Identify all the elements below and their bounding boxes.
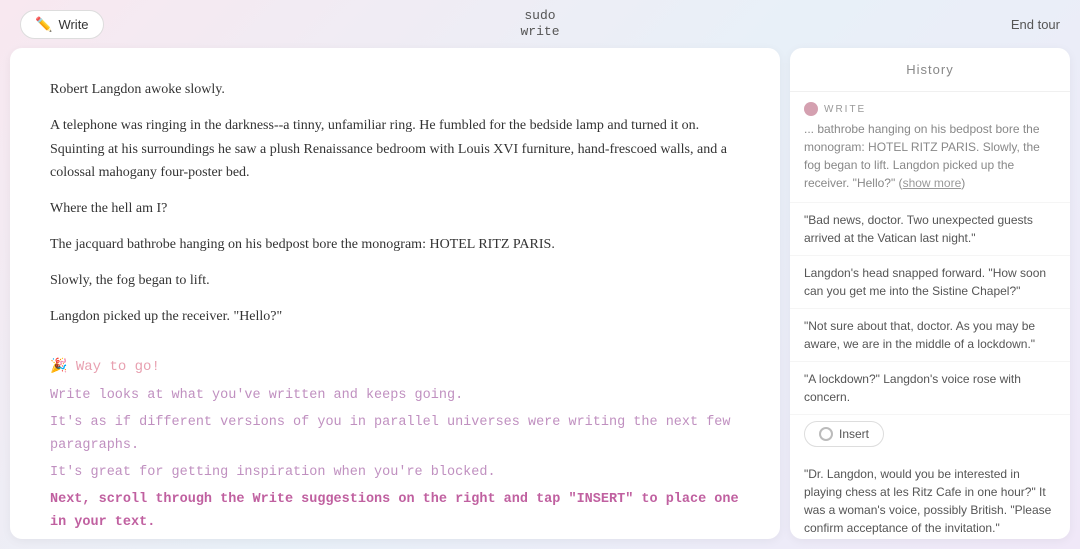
write-label: WRITE <box>824 104 866 115</box>
insert-label-1: Insert <box>839 427 869 441</box>
paragraph-1: Robert Langdon awoke slowly. <box>50 78 740 102</box>
suggestions-group-2: "Dr. Langdon, would you be interested in… <box>790 457 1070 539</box>
suggestion-item-1: "Bad news, doctor. Two unexpected guests… <box>790 203 1070 256</box>
history-excerpt: ... bathrobe hanging on his bedpost bore… <box>804 120 1056 192</box>
app-logo: sudo write <box>520 8 559 39</box>
history-panel: History WRITE ... bathrobe hanging on hi… <box>790 48 1070 539</box>
suggestion-item-5: "Dr. Langdon, would you be interested in… <box>790 457 1070 539</box>
main-layout: Robert Langdon awoke slowly. A telephone… <box>0 48 1080 549</box>
suggestion-3: It's great for getting inspiration when … <box>50 462 740 485</box>
editor-text: Robert Langdon awoke slowly. A telephone… <box>50 78 740 328</box>
suggestions-group-1: "Bad news, doctor. Two unexpected guests… <box>790 203 1070 415</box>
end-tour-button[interactable]: End tour <box>1011 17 1060 32</box>
suggestion-2: It's as if different versions of you in … <box>50 412 740 458</box>
top-nav: ✏️ Write sudo write End tour <box>0 0 1080 48</box>
logo-line2: write <box>520 24 559 40</box>
paragraph-5: Slowly, the fog began to lift. <box>50 269 740 293</box>
write-tag: WRITE <box>804 102 1056 116</box>
suggestion-1: Write looks at what you've written and k… <box>50 385 740 408</box>
suggestion-item-2: Langdon's head snapped forward. "How soo… <box>790 256 1070 309</box>
history-write-block: WRITE ... bathrobe hanging on his bedpos… <box>790 92 1070 203</box>
paragraph-2: A telephone was ringing in the darkness-… <box>50 114 740 185</box>
write-button[interactable]: ✏️ Write <box>20 10 104 39</box>
way-to-go: 🎉 Way to go! <box>50 358 740 375</box>
cta-text: Next, scroll through the Write suggestio… <box>50 489 740 535</box>
write-button-label: Write <box>58 17 88 32</box>
paragraph-6: Langdon picked up the receiver. "Hello?" <box>50 305 740 329</box>
insert-circle-icon-1 <box>819 427 833 441</box>
write-dot-icon <box>804 102 818 116</box>
history-title: History <box>790 48 1070 92</box>
suggestion-item-4: "A lockdown?" Langdon's voice rose with … <box>790 362 1070 415</box>
paragraph-4: The jacquard bathrobe hanging on his bed… <box>50 233 740 257</box>
pencil-icon: ✏️ <box>35 16 52 33</box>
paragraph-3: Where the hell am I? <box>50 197 740 221</box>
write-suggestions: 🎉 Way to go! Write looks at what you've … <box>50 348 740 535</box>
editor-panel: Robert Langdon awoke slowly. A telephone… <box>10 48 780 539</box>
insert-button-1[interactable]: Insert <box>804 421 884 447</box>
logo-line1: sudo <box>520 8 559 24</box>
suggestion-item-3: "Not sure about that, doctor. As you may… <box>790 309 1070 362</box>
show-more-link[interactable]: show more <box>903 176 962 190</box>
